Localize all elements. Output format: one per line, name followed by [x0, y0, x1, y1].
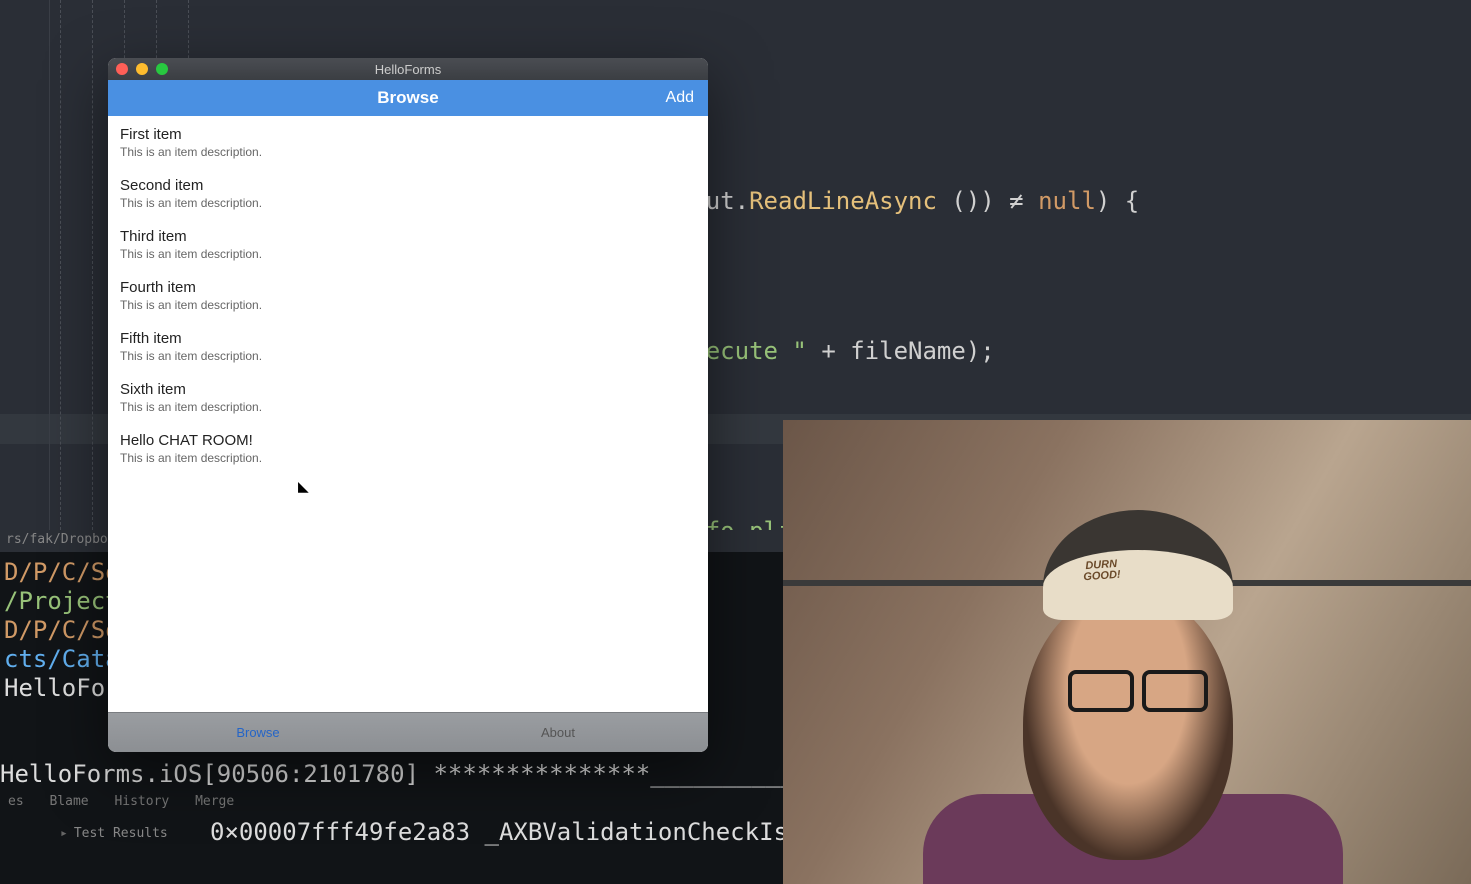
item-description: This is an item description.	[120, 196, 696, 210]
list-item[interactable]: Fifth item This is an item description.	[108, 320, 708, 371]
list-item[interactable]: First item This is an item description.	[108, 116, 708, 167]
helloforms-window[interactable]: HelloForms Browse Add First item This is …	[108, 58, 708, 752]
add-button[interactable]: Add	[666, 89, 694, 107]
navigation-bar: Browse Add	[108, 80, 708, 116]
list-item[interactable]: Fourth item This is an item description.	[108, 269, 708, 320]
tab-about[interactable]: About	[408, 713, 708, 752]
item-title: Fourth item	[120, 279, 696, 296]
tab-merge[interactable]: Merge	[195, 794, 234, 809]
item-title: Third item	[120, 228, 696, 245]
window-title: HelloForms	[108, 62, 708, 77]
tab-blame[interactable]: Blame	[49, 794, 88, 809]
list-item[interactable]: Third item This is an item description.	[108, 218, 708, 269]
item-description: This is an item description.	[120, 451, 696, 465]
bottom-tab-strip[interactable]: es Blame History Merge	[0, 790, 260, 814]
item-description: This is an item description.	[120, 298, 696, 312]
window-titlebar[interactable]: HelloForms	[108, 58, 708, 80]
tab-browse[interactable]: Browse	[108, 713, 408, 752]
tab-bar: Browse About	[108, 712, 708, 752]
test-results-label[interactable]: Test Results	[60, 826, 168, 841]
page-title: Browse	[377, 88, 438, 108]
editor-gutter	[0, 0, 50, 530]
stack-frame: 0×00007fff49fe2a83 _AXBValidationCheckIs	[210, 818, 788, 846]
item-title: Fifth item	[120, 330, 696, 347]
item-description: This is an item description.	[120, 400, 696, 414]
tab-history[interactable]: History	[114, 794, 169, 809]
list-item[interactable]: Sixth item This is an item description.	[108, 371, 708, 422]
tab-changes[interactable]: es	[8, 794, 24, 809]
list-item[interactable]: Second item This is an item description.	[108, 167, 708, 218]
item-description: This is an item description.	[120, 145, 696, 159]
item-list[interactable]: First itemThis is an item description.Se…	[108, 116, 708, 712]
webcam-feed: DURNGOOD!	[783, 420, 1471, 884]
log-line: HelloForms.iOS[90506:2101780] **********…	[0, 760, 838, 788]
item-title: First item	[120, 126, 696, 143]
item-description: This is an item description.	[120, 349, 696, 363]
item-description: This is an item description.	[120, 247, 696, 261]
item-title: Hello CHAT ROOM!	[120, 432, 696, 449]
item-title: Sixth item	[120, 381, 696, 398]
item-title: Second item	[120, 177, 696, 194]
list-item[interactable]: Hello CHAT ROOM! This is an item descript…	[108, 422, 708, 473]
